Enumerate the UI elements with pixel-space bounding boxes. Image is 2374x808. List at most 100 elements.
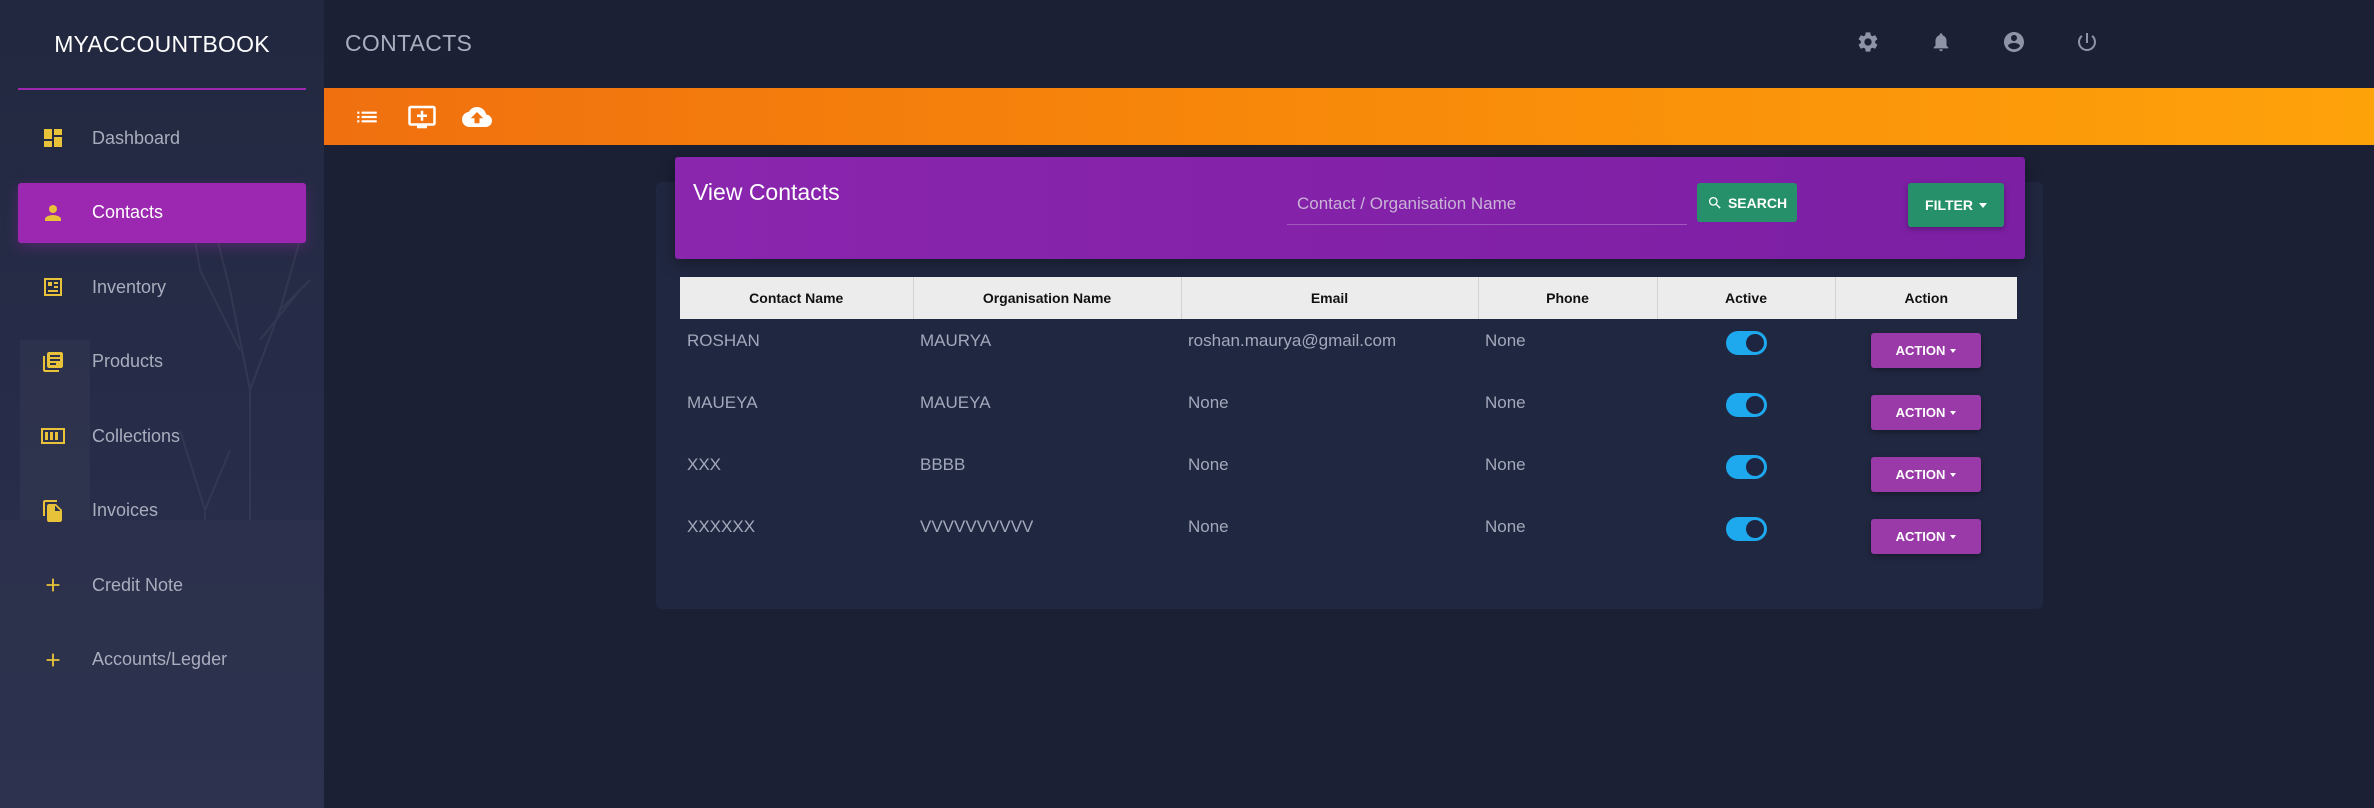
phone-cell: None xyxy=(1485,331,1526,350)
dashboard-icon xyxy=(40,125,66,151)
table-row: ROSHAN MAURYA roshan.maurya@gmail.com No… xyxy=(680,319,2017,381)
action-button-label: ACTION xyxy=(1895,343,1946,358)
table-header-row: Contact Name Organisation Name Email Pho… xyxy=(680,277,2017,319)
topbar-icons xyxy=(1854,28,2101,56)
power-icon[interactable] xyxy=(2073,28,2101,56)
table-row: XXXXXX VVVVVVVVVV None None ACTION xyxy=(680,505,2017,567)
column-header-active[interactable]: Active xyxy=(1657,277,1836,319)
action-dropdown-button[interactable]: ACTION xyxy=(1871,333,1981,368)
sidebar-item-products[interactable]: Products xyxy=(18,332,306,392)
sidebar-item-accounts-ledger[interactable]: Accounts/Legder xyxy=(18,630,306,690)
search-input[interactable] xyxy=(1287,183,1687,225)
contact-name-cell: XXXXXX xyxy=(687,517,756,536)
active-toggle[interactable] xyxy=(1725,393,1767,417)
plus-icon xyxy=(40,572,66,598)
filter-button-label: FILTER xyxy=(1925,197,1973,213)
active-toggle[interactable] xyxy=(1725,331,1767,355)
action-dropdown-button[interactable]: ACTION xyxy=(1871,395,1981,430)
sidebar-item-credit-note[interactable]: Credit Note xyxy=(18,555,306,615)
sidebar-item-label: Dashboard xyxy=(92,127,181,148)
organisation-name-cell: VVVVVVVVVV xyxy=(920,517,1034,536)
card-title: View Contacts xyxy=(693,179,840,205)
invoices-icon xyxy=(40,498,66,524)
organisation-name-cell: MAURYA xyxy=(920,331,992,350)
phone-cell: None xyxy=(1485,455,1526,474)
contacts-card-header: View Contacts SEARCH FILTER xyxy=(675,157,2025,259)
action-dropdown-button[interactable]: ACTION xyxy=(1871,519,1981,554)
chevron-down-icon xyxy=(1950,534,1957,539)
sidebar-item-collections[interactable]: Collections xyxy=(18,406,306,466)
chevron-down-icon xyxy=(1950,472,1957,477)
sidebar-item-contacts[interactable]: Contacts xyxy=(18,182,306,243)
action-toolbar xyxy=(324,88,2374,145)
sidebar-item-label: Accounts/Legder xyxy=(92,649,228,669)
action-button-label: ACTION xyxy=(1895,467,1946,482)
account-icon[interactable] xyxy=(2000,28,2028,56)
search-icon xyxy=(1708,196,1721,209)
contact-name-cell: MAUEYA xyxy=(687,393,758,412)
contacts-table: Contact Name Organisation Name Email Pho… xyxy=(680,277,2017,567)
column-header-action[interactable]: Action xyxy=(1835,277,2017,319)
search-button[interactable]: SEARCH xyxy=(1697,183,1797,222)
brand-logo[interactable]: MYACCOUNTBOOK xyxy=(0,0,324,88)
phone-cell: None xyxy=(1485,517,1526,536)
action-button-label: ACTION xyxy=(1895,405,1946,420)
phone-cell: None xyxy=(1485,393,1526,412)
organisation-name-cell: MAUEYA xyxy=(920,393,991,412)
table-row: MAUEYA MAUEYA None None ACTION xyxy=(680,381,2017,443)
email-cell: None xyxy=(1188,455,1229,474)
action-button-label: ACTION xyxy=(1895,529,1946,544)
search-button-label: SEARCH xyxy=(1727,194,1788,211)
plus-icon xyxy=(40,647,66,673)
table-row: XXX BBBB None None ACTION xyxy=(680,443,2017,505)
sidebar-item-dashboard[interactable]: Dashboard xyxy=(18,108,306,168)
sidebar-item-invoices[interactable]: Invoices xyxy=(18,481,306,541)
collections-icon xyxy=(40,423,66,449)
action-cell: ACTION xyxy=(1835,319,2017,381)
email-cell: None xyxy=(1188,393,1229,412)
column-header-contact-name[interactable]: Contact Name xyxy=(680,277,914,319)
chevron-down-icon xyxy=(1950,410,1957,415)
chevron-down-icon xyxy=(1978,202,1987,208)
active-cell xyxy=(1657,505,1835,567)
sidebar-item-label: Inventory xyxy=(92,276,167,297)
sidebar-item-label: Products xyxy=(92,351,164,371)
add-screen-icon[interactable] xyxy=(407,102,437,132)
sidebar-nav: Dashboard Contacts Inventory Products Co… xyxy=(18,108,306,704)
sidebar-item-label: Collections xyxy=(92,425,181,446)
products-icon xyxy=(40,349,66,375)
contacts-table-wrapper: Contact Name Organisation Name Email Pho… xyxy=(680,277,2017,567)
sidebar-item-label: Contacts xyxy=(92,202,164,222)
top-navbar: CONTACTS xyxy=(324,0,2374,88)
action-cell: ACTION xyxy=(1835,381,2017,443)
inventory-icon xyxy=(40,274,66,300)
active-cell xyxy=(1657,443,1835,505)
contact-name-cell: XXX xyxy=(687,455,722,474)
action-cell: ACTION xyxy=(1835,505,2017,567)
list-icon[interactable] xyxy=(352,102,382,132)
settings-icon[interactable] xyxy=(1854,28,1882,56)
active-cell xyxy=(1657,381,1835,443)
action-cell: ACTION xyxy=(1835,443,2017,505)
column-header-organisation-name[interactable]: Organisation Name xyxy=(913,277,1182,319)
action-dropdown-button[interactable]: ACTION xyxy=(1871,457,1981,492)
organisation-name-cell: BBBB xyxy=(920,455,966,474)
active-cell xyxy=(1657,319,1835,381)
filter-button[interactable]: FILTER xyxy=(1908,183,2004,227)
contact-name-cell: ROSHAN xyxy=(687,331,760,350)
chevron-down-icon xyxy=(1950,348,1957,353)
brand-divider xyxy=(18,88,306,90)
page-title: CONTACTS xyxy=(345,30,473,56)
notifications-icon[interactable] xyxy=(1927,28,1955,56)
column-header-phone[interactable]: Phone xyxy=(1478,277,1658,319)
sidebar: MYACCOUNTBOOK Dashboard Contacts Invento… xyxy=(0,0,324,808)
cloud-upload-icon[interactable] xyxy=(462,102,492,132)
sidebar-item-inventory[interactable]: Inventory xyxy=(18,257,306,317)
active-toggle[interactable] xyxy=(1725,455,1767,479)
column-header-email[interactable]: Email xyxy=(1181,277,1479,319)
sidebar-item-label: Invoices xyxy=(92,500,159,520)
sidebar-item-label: Credit Note xyxy=(92,574,184,595)
active-toggle[interactable] xyxy=(1725,517,1767,541)
email-cell: roshan.maurya@gmail.com xyxy=(1188,331,1397,350)
email-cell: None xyxy=(1188,517,1229,536)
